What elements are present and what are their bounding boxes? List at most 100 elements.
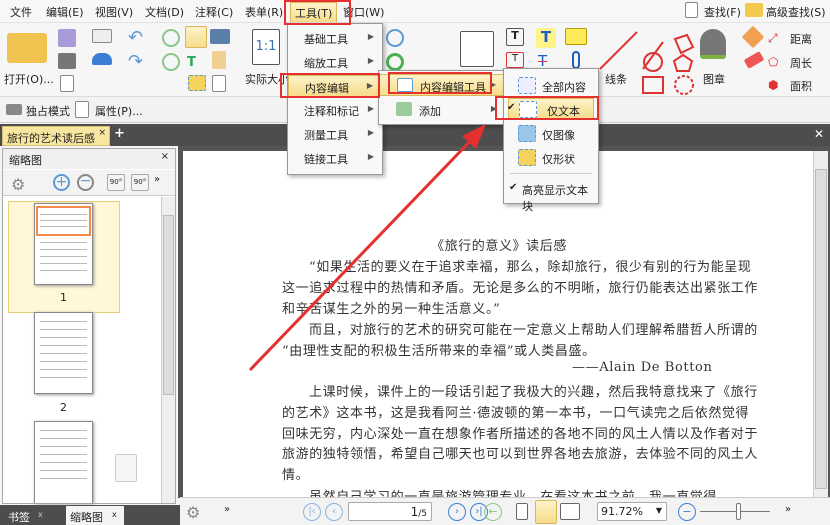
snapshot-icon[interactable] — [210, 29, 230, 44]
forward-icon[interactable] — [162, 53, 180, 71]
document-scrollbar-thumb[interactable] — [815, 169, 827, 489]
menu-form[interactable]: 表单(R) — [245, 4, 283, 20]
pages-watermark-icon — [115, 454, 137, 482]
settings-gear-icon[interactable]: ⚙ — [186, 503, 200, 522]
tab-bookmarks[interactable]: 书签 — [8, 509, 30, 525]
menu-item-zoom-tools[interactable]: 缩放工具 ▶ — [288, 51, 382, 73]
open-folder-icon[interactable] — [7, 33, 47, 63]
create-icon[interactable] — [60, 75, 74, 92]
zoom-slider-handle[interactable] — [736, 503, 741, 520]
menu-item-image-only[interactable]: 仅图像 — [504, 123, 598, 145]
menubar: 文件 编辑(E) 视图(V) 文档(D) 注释(C) 表单(R) 工具(T) 窗… — [0, 0, 830, 24]
zoom-out-icon[interactable]: − — [678, 503, 696, 521]
open-button[interactable]: 打开(O)... — [4, 71, 54, 87]
save-icon[interactable] — [58, 29, 76, 47]
find-text-icon[interactable] — [212, 75, 226, 92]
single-page-icon[interactable] — [516, 503, 528, 520]
highlight-text-icon[interactable]: T — [536, 28, 556, 48]
textbox-icon[interactable]: T — [506, 52, 524, 68]
prev-page-icon[interactable]: ‹ — [325, 503, 343, 521]
perimeter-button[interactable]: 周长 — [790, 55, 812, 71]
actual-size-icon[interactable]: 1:1 — [252, 29, 280, 65]
zoom-out-thumbnail-icon[interactable]: − — [77, 174, 94, 191]
distance-button[interactable]: 距离 — [790, 31, 812, 47]
redo-icon[interactable]: ↷ — [128, 51, 143, 72]
tab-thumbnails-close[interactable]: x — [112, 510, 117, 519]
scrollbar-thumb[interactable] — [163, 215, 174, 395]
first-page-icon[interactable]: |‹ — [303, 503, 321, 521]
menu-item-highlight-text-blocks[interactable]: ✔ 高亮显示文本块 — [504, 178, 598, 213]
expand-right-icon[interactable]: » — [785, 504, 791, 515]
zoom-slider[interactable] — [700, 511, 770, 512]
menu-item-shape-only[interactable]: 仅形状 — [504, 147, 598, 169]
properties-button[interactable]: 属性(P)... — [95, 103, 143, 119]
typewriter-icon[interactable]: T — [506, 28, 524, 46]
menu-edit[interactable]: 编辑(E) — [46, 4, 84, 20]
rotate-right-icon[interactable]: 90° — [131, 174, 149, 191]
tab-close-icon[interactable]: × — [98, 128, 106, 138]
text-line: 旅游的独特领悟，希望自己哪天也可以到世界各地去旅游，去体验不同的风土人 — [282, 447, 759, 462]
menu-item-add[interactable]: 添加 ▶ — [379, 99, 505, 121]
rotate-left-icon[interactable]: 90° — [107, 174, 125, 191]
email-icon[interactable] — [92, 29, 112, 43]
tab-bookmarks-close[interactable]: x — [38, 510, 43, 519]
menu-comment[interactable]: 注释(C) — [195, 4, 233, 20]
options-gear-icon[interactable]: ⚙ — [11, 175, 29, 194]
undo-icon[interactable]: ↶ — [128, 27, 143, 48]
zoom-in-icon[interactable] — [386, 29, 404, 47]
exclusive-mode-button[interactable]: 独占模式 — [26, 103, 70, 119]
select-annotation-icon[interactable] — [188, 75, 206, 91]
page-number-input[interactable]: 1/5 — [348, 502, 432, 521]
stamp-button[interactable]: 图章 — [703, 71, 725, 87]
attach-icon[interactable] — [572, 51, 580, 69]
menu-item-basic-tools[interactable]: 基础工具 ▶ — [288, 27, 382, 49]
clipboard-icon[interactable] — [212, 51, 226, 69]
panel-close-icon[interactable]: × — [161, 151, 169, 162]
facing-page-icon[interactable] — [560, 503, 580, 520]
go-back-icon[interactable]: ← — [484, 503, 502, 521]
shape-only-icon — [518, 149, 536, 166]
cloud-icon — [674, 75, 694, 95]
hand-tool-icon[interactable] — [185, 26, 207, 48]
zoom-select[interactable]: 91.72% ▼ — [597, 502, 667, 521]
thumbnail-page-3[interactable] — [34, 421, 93, 503]
tab-document[interactable]: 旅行的艺术读后感 × — [2, 126, 110, 146]
zoom-in-thumbnail-icon[interactable]: + — [53, 174, 70, 191]
visible-area-marker[interactable] — [36, 206, 91, 236]
lines-button[interactable]: 线条 — [605, 71, 627, 87]
menu-separator — [510, 173, 592, 174]
next-page-icon[interactable]: › — [448, 503, 466, 521]
find-button[interactable]: 查找(F) — [704, 4, 741, 20]
menu-document[interactable]: 文档(D) — [145, 4, 184, 20]
area-button[interactable]: 面积 — [790, 78, 812, 94]
crown-icon — [6, 104, 22, 115]
find-icon — [685, 2, 698, 18]
menu-view[interactable]: 视图(V) — [95, 4, 133, 20]
polygon-icon — [672, 53, 694, 72]
edit-document-icon[interactable] — [460, 31, 494, 67]
scan-icon[interactable] — [92, 53, 112, 65]
menu-item-all-content[interactable]: 全部内容 — [504, 75, 598, 97]
thumbnail-scrollbar[interactable] — [161, 197, 175, 503]
document-scrollbar[interactable] — [813, 151, 828, 497]
close-document-icon[interactable]: ✕ — [814, 127, 824, 141]
annotation-box-text-only — [495, 96, 599, 120]
new-tab-button[interactable]: + — [114, 126, 125, 141]
menu-file[interactable]: 文件 — [10, 4, 32, 20]
thumbnail-page-1[interactable] — [34, 203, 93, 285]
note-icon[interactable] — [565, 28, 587, 45]
menu-item-measure-tools[interactable]: 测量工具 ▶ — [288, 123, 382, 145]
stamp-icon[interactable] — [700, 29, 726, 59]
text-line: 回味无穷，内心深处一直在想象作者所描述的各地不同的风土人情以及作者对于 — [282, 427, 759, 442]
expand-icon[interactable]: » — [224, 504, 230, 515]
select-text-icon[interactable]: T — [187, 55, 196, 70]
print-icon[interactable] — [58, 53, 76, 69]
menu-item-link-tools[interactable]: 链接工具 ▶ — [288, 147, 382, 169]
menu-item-comment-markup[interactable]: 注释和标记 ▶ — [288, 99, 382, 121]
rotate-icon[interactable] — [386, 53, 404, 71]
advanced-find-button[interactable]: 高级查找(S) — [766, 4, 826, 20]
back-icon[interactable] — [162, 29, 180, 47]
thumbnail-page-2[interactable] — [34, 312, 93, 394]
more-icon[interactable]: » — [154, 174, 160, 185]
continuous-page-icon[interactable] — [535, 500, 557, 524]
